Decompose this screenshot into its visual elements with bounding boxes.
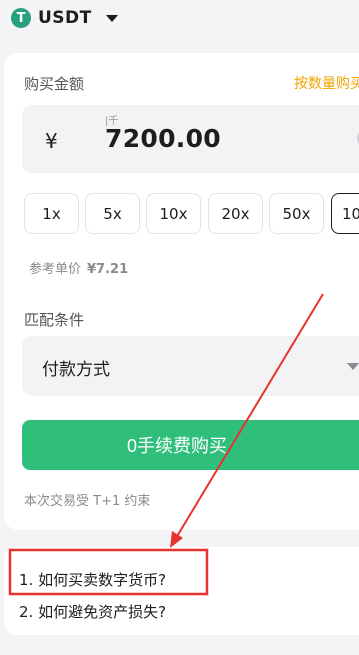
multiplier-10x-button[interactable]: 10x [146, 193, 201, 234]
purchase-card: 购买金额 按数量购买 ¥ |千 7200.00 1x 5x 10x 20x 50… [4, 53, 359, 530]
buy-button[interactable]: 0手续费购买 [22, 420, 359, 470]
amount-title: 购买金额 [24, 75, 85, 93]
amount-value[interactable]: 7200.00 [105, 124, 221, 153]
buy-by-quantity-link[interactable]: 按数量购买 [294, 73, 359, 93]
faq-item-buy-sell[interactable]: 1. 如何买卖数字货币? [19, 569, 166, 590]
usdt-coin-icon[interactable]: T [11, 8, 31, 28]
multiplier-50x-button[interactable]: 50x [269, 193, 324, 234]
t1-constraint-note: 本次交易受 T+1 约束 [24, 494, 151, 509]
header: T USDT [0, 0, 359, 36]
annotation-arrow-head [170, 531, 183, 548]
currency-symbol: ¥ [45, 129, 58, 153]
reference-price-label: 参考单价 [29, 262, 82, 277]
buy-page: T USDT 购买金额 按数量购买 ¥ |千 7200.00 1x 5x 10x… [0, 0, 359, 655]
payment-method-select[interactable]: 付款方式 [22, 336, 359, 396]
reference-price-value: ¥7.21 [87, 262, 129, 277]
chevron-down-icon [347, 363, 359, 370]
amount-input[interactable]: ¥ |千 7200.00 [22, 105, 359, 173]
payment-method-label: 付款方式 [42, 360, 110, 380]
faq-item-avoid-loss[interactable]: 2. 如何避免资产损失? [19, 601, 166, 622]
faq-card: 1. 如何买卖数字货币? 2. 如何避免资产损失? [4, 547, 359, 635]
multiplier-1x-button[interactable]: 1x [24, 193, 79, 234]
multiplier-20x-button[interactable]: 20x [208, 193, 263, 234]
reference-price: 参考单价 ¥7.21 [29, 258, 128, 277]
chevron-down-icon[interactable] [105, 14, 118, 22]
match-conditions-title: 匹配条件 [24, 311, 85, 329]
multiplier-100x-button[interactable]: 10 [331, 193, 359, 234]
multiplier-5x-button[interactable]: 5x [85, 193, 140, 234]
buy-button-label: 0手续费购买 [126, 436, 227, 456]
coin-selector[interactable]: USDT [38, 8, 92, 28]
